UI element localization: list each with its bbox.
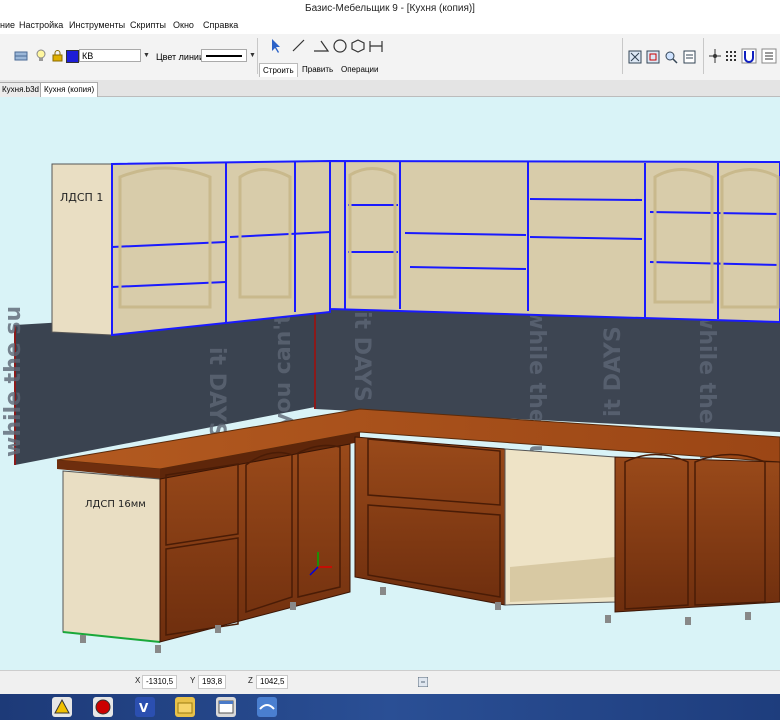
zoom-icon[interactable] <box>665 51 678 64</box>
backsplash-text: it DAYS <box>204 347 229 438</box>
chevron-down-icon[interactable]: ▼ <box>143 52 150 59</box>
backsplash-text: it DAYS <box>349 311 374 402</box>
line-icon[interactable] <box>292 39 305 52</box>
x-coordinate: -1310,5 <box>142 675 178 689</box>
grid-icon[interactable] <box>726 51 736 61</box>
tab-document-kitchen[interactable]: Кухня.b3d <box>0 82 43 97</box>
layers-icon[interactable] <box>14 50 28 62</box>
dimension-icon[interactable] <box>369 41 383 52</box>
layer-color-swatch[interactable] <box>66 50 79 63</box>
x-label: X <box>135 676 141 685</box>
line-color-label: Цвет линии <box>156 52 204 62</box>
menu-item-settings[interactable]: Настройка <box>19 20 63 30</box>
status-bar <box>0 670 780 695</box>
view-tools <box>628 50 696 64</box>
more-icon[interactable] <box>761 48 777 64</box>
union-icon[interactable] <box>741 48 757 64</box>
record-icon[interactable] <box>93 697 113 717</box>
menu-item-help[interactable]: Справка <box>203 20 238 30</box>
visio-icon[interactable]: V <box>135 697 155 717</box>
snap-point-icon[interactable] <box>709 49 721 63</box>
tab-edit[interactable]: Править <box>299 63 336 76</box>
z-coordinate: 1042,5 <box>256 675 289 689</box>
tab-document-kitchen-copy[interactable]: Кухня (копия) <box>40 82 99 97</box>
svg-text:V: V <box>139 701 149 715</box>
lower-panel-label: ЛДСП 16мм <box>85 499 146 510</box>
hexagon-icon[interactable] <box>351 39 365 53</box>
menu-item-tools[interactable]: Инструменты <box>69 20 125 30</box>
lock-icon[interactable] <box>52 49 63 62</box>
layer-select[interactable]: КВ <box>79 49 141 62</box>
upper-panel-label: ЛДСП 1 <box>60 191 103 204</box>
toolbar-separator <box>703 38 704 74</box>
snap-tools <box>709 48 777 64</box>
menu-item-scripts[interactable]: Скрипты <box>130 20 166 30</box>
upper-cabinets[interactable]: ЛДСП 1 <box>51 159 780 337</box>
backsplash-text: it DAYS <box>601 326 626 417</box>
window-title: Базис-Мебельщик 9 - [Кухня (копия)] <box>305 3 475 14</box>
y-label: Y <box>190 676 196 685</box>
draw-tools <box>272 39 383 53</box>
folder-icon[interactable] <box>175 697 195 717</box>
z-label: Z <box>248 676 253 685</box>
tab-operations[interactable]: Операции <box>338 63 381 76</box>
tab-build[interactable]: Строить <box>259 63 298 77</box>
3d-viewport[interactable]: while the su it DAYS you can't have it D… <box>0 97 780 670</box>
explorer-icon[interactable] <box>216 697 236 717</box>
menu-bar: ние Настройка Инструменты Скрипты Окно С… <box>0 18 780 34</box>
title-bar: Базис-Мебельщик 9 - [Кухня (копия)] <box>0 0 780 18</box>
kitchen-scene: while the su it DAYS you can't have it D… <box>1 159 780 653</box>
toolbar-separator <box>257 38 258 74</box>
toolbar-separator <box>622 38 623 74</box>
y-coordinate: 193,8 <box>198 675 227 689</box>
line-color-select[interactable] <box>201 49 247 62</box>
select-arrow-icon[interactable] <box>272 39 280 53</box>
circle-icon[interactable] <box>333 39 347 53</box>
zoom-window-icon[interactable] <box>646 50 660 64</box>
document-tabs <box>0 80 780 97</box>
backsplash-text: while the su <box>1 306 26 457</box>
chevron-down-icon[interactable]: ▼ <box>249 52 256 59</box>
zoom-extents-icon[interactable] <box>628 50 642 64</box>
menu-item-edit[interactable]: ние <box>0 20 15 30</box>
taskbar <box>0 694 780 720</box>
settings-icon[interactable] <box>418 677 428 687</box>
basis-icon[interactable] <box>257 697 277 717</box>
page-icon[interactable] <box>683 50 696 64</box>
menu-item-window[interactable]: Окно <box>173 20 194 30</box>
autocad-icon[interactable] <box>52 697 72 717</box>
angle-icon[interactable] <box>314 40 330 52</box>
lightbulb-icon[interactable] <box>36 49 46 62</box>
